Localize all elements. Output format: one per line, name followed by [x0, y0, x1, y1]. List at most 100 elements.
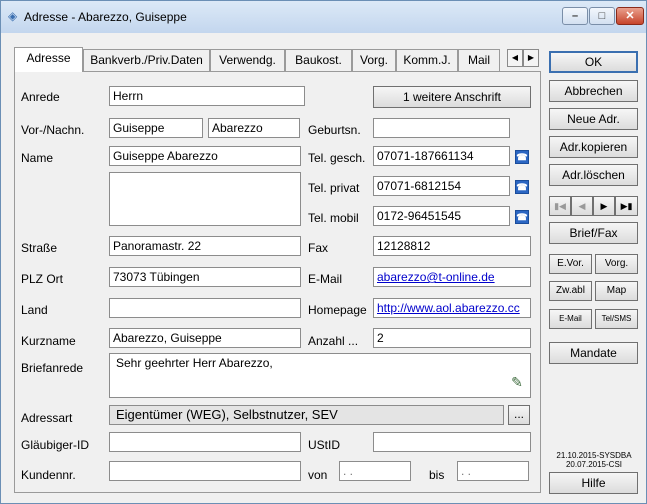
- signature-pen-icon[interactable]: ✎: [509, 374, 525, 390]
- fax-value: 12128812: [377, 239, 431, 253]
- anrede-label: Anrede: [21, 90, 60, 104]
- vor-nachname-label: Vor-/Nachn.: [21, 123, 85, 137]
- geburtsname-input[interactable]: [373, 118, 510, 138]
- extra-address-button[interactable]: 1 weitere Anschrift: [373, 86, 531, 108]
- name-input[interactable]: Guiseppe Abarezzo: [109, 146, 301, 166]
- tab-baukost[interactable]: Baukost.: [285, 49, 352, 71]
- ok-button[interactable]: OK: [549, 51, 638, 73]
- tel-sms-button[interactable]: Tel/SMS: [595, 309, 638, 329]
- name-line2-input[interactable]: [109, 172, 301, 226]
- zw-abl-button[interactable]: Zw.abl: [549, 281, 592, 301]
- app-icon: ◈: [8, 9, 18, 23]
- email-link[interactable]: abarezzo@t-online.de: [377, 270, 495, 284]
- tab-bankverb[interactable]: Bankverb./Priv.Daten: [83, 49, 210, 71]
- briefanrede-value: Sehr geehrter Herr Abarezzo,: [116, 356, 273, 370]
- vorg-button[interactable]: Vorg.: [595, 254, 638, 274]
- phone-dial-icon[interactable]: ☎: [515, 180, 529, 194]
- new-address-button[interactable]: Neue Adr.: [549, 108, 638, 130]
- tel-mobil-label: Tel. mobil: [308, 211, 359, 225]
- tab-kommj[interactable]: Komm.J.: [396, 49, 458, 71]
- vorname-value: Guiseppe: [113, 121, 165, 135]
- tab-scroll-right-icon[interactable]: ▶: [523, 49, 539, 67]
- homepage-input[interactable]: http://www.aol.abarezzo.cc: [373, 298, 531, 318]
- kurzname-value: Abarezzo, Guiseppe: [113, 331, 222, 345]
- glaeubiger-id-input[interactable]: [109, 432, 301, 452]
- mandate-button[interactable]: Mandate: [549, 342, 638, 364]
- tel-privat-input[interactable]: 07071-6812154: [373, 176, 510, 196]
- fax-input[interactable]: 12128812: [373, 236, 531, 256]
- adressart-value: Eigentümer (WEG), Selbstnutzer, SEV: [116, 407, 338, 422]
- vorname-input[interactable]: Guiseppe: [109, 118, 203, 138]
- bis-value: . .: [461, 464, 472, 478]
- homepage-label: Homepage: [308, 303, 367, 317]
- land-label: Land: [21, 303, 48, 317]
- help-button[interactable]: Hilfe: [549, 472, 638, 494]
- kurzname-input[interactable]: Abarezzo, Guiseppe: [109, 328, 301, 348]
- tab-verwendg[interactable]: Verwendg.: [210, 49, 285, 71]
- von-value: . .: [343, 464, 354, 478]
- tab-vorg[interactable]: Vorg.: [352, 49, 396, 71]
- bis-label: bis: [429, 468, 445, 482]
- anrede-value: Herrn: [113, 89, 144, 103]
- homepage-link[interactable]: http://www.aol.abarezzo.cc: [377, 301, 520, 315]
- phone-dial-icon[interactable]: ☎: [515, 210, 529, 224]
- tel-gesch-label: Tel. gesch.: [308, 151, 366, 165]
- email-input[interactable]: abarezzo@t-online.de: [373, 267, 531, 287]
- plz-ort-value: 73073 Tübingen: [113, 270, 200, 284]
- ustid-label: UStID: [308, 438, 341, 452]
- kundennr-input[interactable]: [109, 461, 301, 481]
- anzahl-label: Anzahl ...: [308, 334, 359, 348]
- map-button[interactable]: Map: [595, 281, 638, 301]
- minimize-icon: –: [571, 10, 579, 22]
- tel-gesch-input[interactable]: 07071-187661134: [373, 146, 510, 166]
- cancel-button[interactable]: Abbrechen: [549, 80, 638, 102]
- close-button[interactable]: ✕: [616, 7, 644, 25]
- tel-mobil-value: 0172-96451545: [377, 209, 462, 223]
- glaeubiger-id-label: Gläubiger-ID: [21, 438, 90, 452]
- strasse-input[interactable]: Panoramastr. 22: [109, 236, 301, 256]
- close-icon: ✕: [625, 10, 635, 22]
- phone-dial-icon[interactable]: ☎: [515, 150, 529, 164]
- delete-address-button[interactable]: Adr.löschen: [549, 164, 638, 186]
- plz-ort-input[interactable]: 73073 Tübingen: [109, 267, 301, 287]
- briefanrede-input[interactable]: Sehr geehrter Herr Abarezzo,: [109, 353, 531, 398]
- plz-ort-label: PLZ Ort: [21, 272, 64, 286]
- tab-adresse[interactable]: Adresse: [14, 47, 83, 72]
- land-input[interactable]: [109, 298, 301, 318]
- title-bar: ◈ Adresse - Abarezzo, Guiseppe – □ ✕: [1, 1, 646, 33]
- minimize-button[interactable]: –: [562, 7, 588, 25]
- adressart-label: Adressart: [21, 411, 73, 425]
- last-record-icon[interactable]: ▶▮: [615, 196, 638, 216]
- email-button[interactable]: E-Mail: [549, 309, 592, 329]
- geburtsname-label: Geburtsn.: [308, 123, 361, 137]
- tel-privat-label: Tel. privat: [308, 181, 360, 195]
- von-date-input[interactable]: . .: [339, 461, 411, 481]
- strasse-value: Panoramastr. 22: [113, 239, 202, 253]
- adressart-select-button[interactable]: ...: [508, 405, 530, 425]
- previous-record-icon[interactable]: ◀: [571, 196, 593, 216]
- anzahl-value: 2: [377, 331, 384, 345]
- record-navigator: ▮◀ ◀ ▶ ▶▮: [549, 196, 638, 216]
- brief-fax-button[interactable]: Brief/Fax: [549, 222, 638, 244]
- adressart-input: Eigentümer (WEG), Selbstnutzer, SEV: [109, 405, 504, 425]
- strasse-label: Straße: [21, 241, 58, 255]
- tab-mail[interactable]: Mail: [458, 49, 500, 71]
- next-record-icon[interactable]: ▶: [593, 196, 615, 216]
- name-value: Guiseppe Abarezzo: [113, 149, 218, 163]
- kurzname-label: Kurzname: [21, 334, 76, 348]
- anzahl-input[interactable]: 2: [373, 328, 531, 348]
- first-record-icon[interactable]: ▮◀: [549, 196, 571, 216]
- fax-label: Fax: [308, 241, 329, 255]
- nachname-value: Abarezzo: [212, 121, 263, 135]
- copy-address-button[interactable]: Adr.kopieren: [549, 136, 638, 158]
- von-label: von: [308, 468, 328, 482]
- tel-mobil-input[interactable]: 0172-96451545: [373, 206, 510, 226]
- e-vor-button[interactable]: E.Vor.: [549, 254, 592, 274]
- ustid-input[interactable]: [373, 432, 531, 452]
- nachname-input[interactable]: Abarezzo: [208, 118, 300, 138]
- bis-date-input[interactable]: . .: [457, 461, 529, 481]
- window-title: Adresse - Abarezzo, Guiseppe: [24, 10, 187, 24]
- maximize-button[interactable]: □: [589, 7, 615, 25]
- tab-scroll-left-icon[interactable]: ◀: [507, 49, 523, 67]
- anrede-input[interactable]: Herrn: [109, 86, 305, 106]
